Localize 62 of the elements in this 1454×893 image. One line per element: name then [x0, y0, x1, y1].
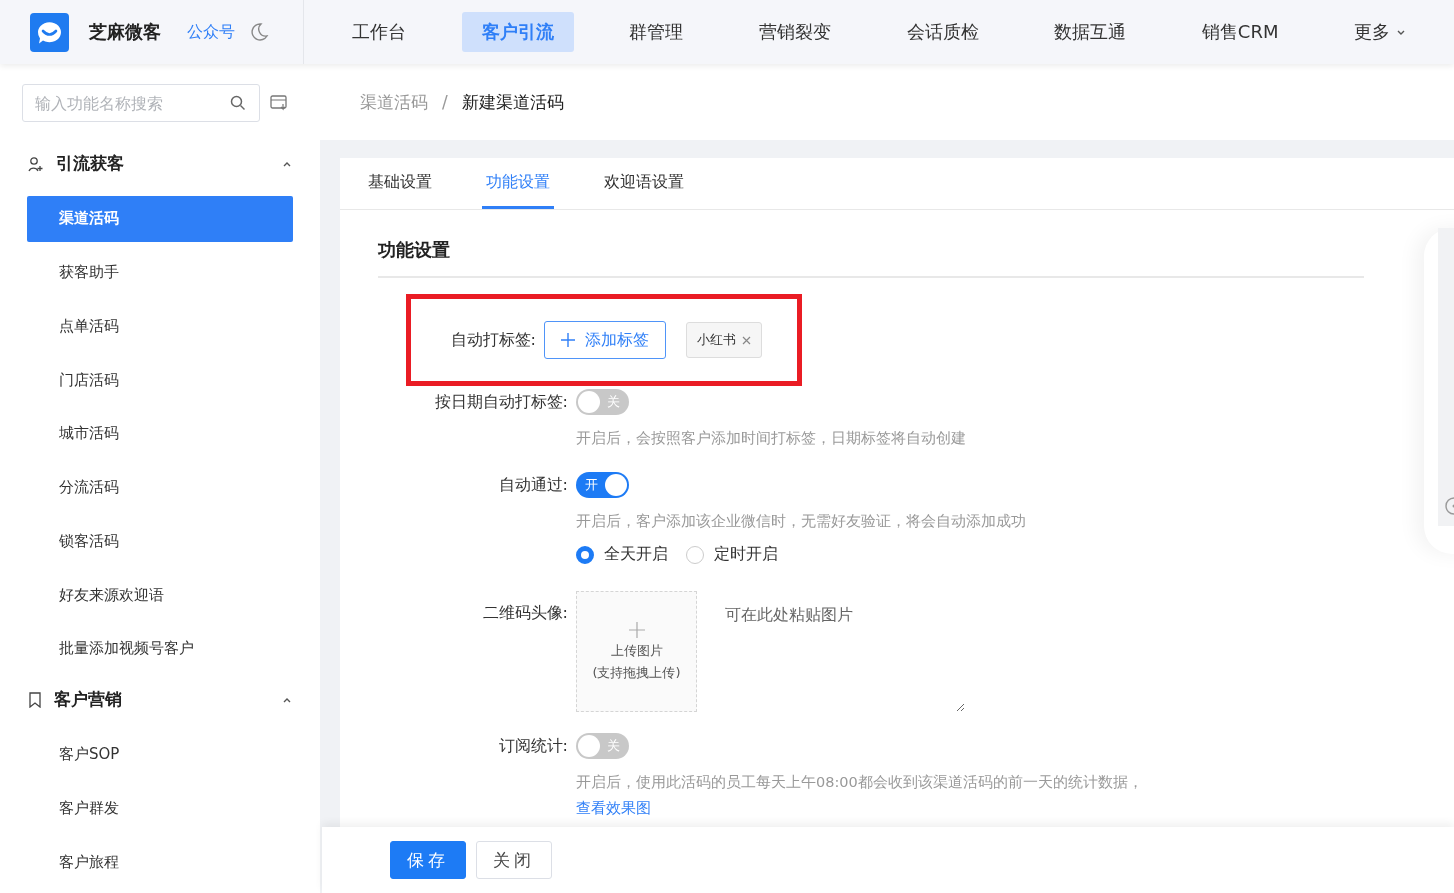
- sidebar-item[interactable]: 好友来源欢迎语: [27, 572, 293, 619]
- help-text: 开启后，使用此活码的员工每天上午08:00都会收到该渠道活码的前一天的统计数据， 查看效果图: [576, 773, 1144, 818]
- brand-name: 芝麻微客: [89, 20, 161, 44]
- sidebar-item[interactable]: 客户SOP: [27, 731, 293, 778]
- menu-group-header[interactable]: 客户营销: [22, 679, 298, 720]
- sidebar-item[interactable]: 客户群发: [27, 785, 293, 832]
- view-example-link[interactable]: 查看效果图: [576, 800, 651, 816]
- user-plus-icon: [28, 155, 44, 172]
- radio-dot[interactable]: [576, 545, 594, 564]
- upload-text: 上传图片: [610, 641, 663, 660]
- upload-area[interactable]: 上传图片 (支持拖拽上传): [576, 591, 697, 712]
- moon-icon[interactable]: [249, 22, 269, 42]
- field-label: 自动通过:: [497, 474, 568, 496]
- nav-tab[interactable]: 更多: [1334, 12, 1427, 52]
- sidebar-item[interactable]: 点单活码: [27, 303, 293, 350]
- radio-label: 定时开启: [714, 544, 778, 565]
- sidebar-item[interactable]: 门店活码: [27, 357, 293, 403]
- save-button[interactable]: 保存: [390, 841, 466, 879]
- nav-tab[interactable]: 营销裂变: [738, 12, 851, 52]
- plus-icon: [561, 333, 575, 347]
- toggle-switch[interactable]: 开: [576, 472, 629, 498]
- sidebar-item[interactable]: 城市活码: [27, 410, 293, 457]
- nav-tab[interactable]: 销售CRM: [1181, 12, 1299, 52]
- field-label: 自动打标签:: [449, 329, 536, 351]
- sidebar-item[interactable]: 分流活码: [27, 464, 293, 511]
- official-account-link[interactable]: 公众号: [187, 21, 235, 43]
- search-icon: [230, 95, 246, 111]
- nav-tab[interactable]: 群管理: [609, 12, 704, 52]
- tab[interactable]: 基础设置: [364, 158, 436, 209]
- sidebar-item[interactable]: 渠道活码: [27, 195, 293, 242]
- nav-tab[interactable]: 数据互通: [1034, 12, 1147, 52]
- sidebar-item[interactable]: 获客助手: [27, 249, 293, 296]
- help-text: 开启后，会按照客户添加时间打标签，日期标签将自动创建: [576, 429, 967, 448]
- logo-icon: [30, 12, 69, 52]
- search-field[interactable]: 输入功能名称搜索: [22, 84, 260, 122]
- tag-text: 小红书: [697, 331, 736, 349]
- field-label: 按日期自动打标签:: [433, 391, 568, 413]
- sidebar-item[interactable]: 客户旅程: [27, 839, 293, 885]
- tab[interactable]: 欢迎语设置: [600, 158, 688, 209]
- nav-tab[interactable]: 会话质检: [886, 12, 999, 52]
- sidebar-item[interactable]: 锁客活码: [27, 518, 293, 565]
- field-label: 订阅统计:: [497, 735, 568, 757]
- radio-option[interactable]: 定时开启: [686, 544, 778, 565]
- close-button[interactable]: 关闭: [476, 841, 552, 879]
- radio-label: 全天开启: [604, 544, 668, 565]
- breadcrumb-separator: /: [442, 92, 448, 112]
- radio-dot[interactable]: [686, 545, 704, 564]
- tab[interactable]: 功能设置: [482, 158, 554, 209]
- radio-option[interactable]: 全天开启: [576, 544, 668, 565]
- section-title: 功能设置: [378, 238, 1364, 278]
- breadcrumb-item: 新建渠道活码: [461, 90, 564, 114]
- field-label: 二维码头像:: [481, 602, 568, 624]
- help-text: 开启后，客户添加该企业微信时，无需好友验证，将会自动添加成功: [576, 512, 1027, 531]
- bookmark-icon: [28, 691, 42, 708]
- upload-hint: (支持拖拽上传): [592, 663, 681, 682]
- nav-tab[interactable]: 工作台: [331, 12, 426, 52]
- plus-icon: [628, 621, 645, 638]
- collapse-panel-icon[interactable]: [270, 95, 288, 111]
- close-icon[interactable]: [742, 335, 751, 345]
- add-tag-button[interactable]: 添加标签: [544, 321, 666, 359]
- sidebar-item[interactable]: 批量添加视频号客户: [27, 626, 293, 672]
- menu-group-header[interactable]: 引流获客: [22, 144, 298, 184]
